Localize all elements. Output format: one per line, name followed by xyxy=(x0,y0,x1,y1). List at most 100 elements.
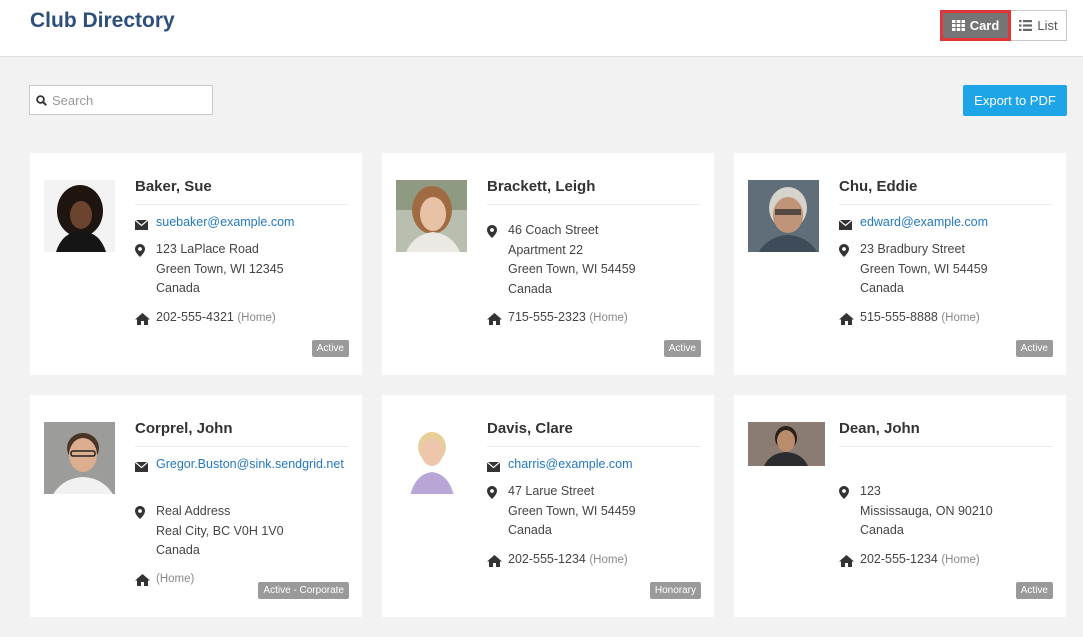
view-toggle: Card List xyxy=(940,10,1067,41)
address-line: Apartment 22 xyxy=(508,242,584,257)
member-address-row: 47 Larue Street Green Town, WI 54459 Can… xyxy=(487,482,636,541)
member-card: Chu, Eddie edward@example.com 23 Bradbur… xyxy=(734,153,1066,375)
member-address-row: 46 Coach Street Apartment 22 Green Town,… xyxy=(487,221,636,299)
search-input[interactable] xyxy=(52,92,202,108)
member-email-row: edward@example.com xyxy=(838,213,1056,237)
member-card: Corprel, John Gregor.Buston@sink.sendgri… xyxy=(30,395,362,617)
card-divider xyxy=(839,204,1053,205)
member-name: Chu, Eddie xyxy=(839,178,918,195)
address-line: Canada xyxy=(860,523,904,537)
member-address-row: 123 Mississauga, ON 90210 Canada xyxy=(839,482,993,541)
member-card: Dean, John 123 Mississauga, ON 90210 Can… xyxy=(734,395,1066,617)
member-email-link[interactable]: suebaker@example.com xyxy=(156,213,352,237)
member-phone-row: 515-555-8888 (Home) xyxy=(839,308,980,332)
member-address-row: Real Address Real City, BC V0H 1V0 Canad… xyxy=(135,502,284,561)
member-name: Baker, Sue xyxy=(135,178,212,195)
envelope-icon xyxy=(486,455,508,479)
address-line: Real City, BC V0H 1V0 xyxy=(156,523,284,538)
list-icon xyxy=(1019,20,1033,31)
envelope-icon xyxy=(134,455,156,479)
member-phone-row: 715-555-2323 (Home) xyxy=(487,308,628,332)
address-line: Green Town, WI 54459 xyxy=(860,261,988,276)
member-phone: 202-555-4321 xyxy=(156,310,234,324)
address-line: Canada xyxy=(860,281,904,295)
member-phone-type: (Home) xyxy=(589,312,628,324)
member-card: Davis, Clare charris@example.com 47 Laru… xyxy=(382,395,714,617)
member-photo xyxy=(396,180,467,252)
envelope-icon xyxy=(134,213,156,237)
member-phone-type: (Home) xyxy=(156,573,195,585)
card-divider xyxy=(487,204,701,205)
address-line: Green Town, WI 54459 xyxy=(508,503,636,518)
member-name: Brackett, Leigh xyxy=(487,178,596,195)
address-line: 123 xyxy=(860,484,881,498)
list-view-label: List xyxy=(1037,18,1058,33)
card-view-label: Card xyxy=(969,18,1000,33)
member-phone-type: (Home) xyxy=(589,554,628,566)
export-pdf-button[interactable]: Export to PDF xyxy=(963,85,1067,116)
member-name: Corprel, John xyxy=(135,420,233,437)
member-phone-type: (Home) xyxy=(941,554,980,566)
member-photo xyxy=(396,422,467,494)
address-line: Green Town, WI 12345 xyxy=(156,261,284,276)
address-line: Canada xyxy=(508,281,552,296)
status-badge: Active xyxy=(663,340,701,357)
home-icon xyxy=(487,550,508,574)
map-marker-icon xyxy=(487,221,508,299)
member-phone-type: (Home) xyxy=(237,312,276,324)
map-marker-icon xyxy=(839,482,860,541)
member-address-row: 23 Bradbury Street Green Town, WI 54459 … xyxy=(839,240,988,299)
member-email-link[interactable]: Gregor.Buston@sink.sendgrid.net xyxy=(156,455,352,479)
member-phone-row: 202-555-1234 (Home) xyxy=(487,550,628,574)
map-marker-icon xyxy=(487,482,508,541)
status-badge: Active xyxy=(1015,340,1053,357)
envelope-icon xyxy=(838,213,860,237)
status-badge: Active xyxy=(311,340,349,357)
address-line: Green Town, WI 54459 xyxy=(508,262,636,276)
home-icon xyxy=(135,569,156,593)
list-view-button[interactable]: List xyxy=(1011,10,1067,41)
card-divider xyxy=(487,446,701,447)
home-icon xyxy=(839,308,860,332)
address-line: 47 Larue Street xyxy=(508,484,595,498)
card-divider xyxy=(839,446,1053,447)
member-phone-row: (Home) xyxy=(135,569,194,593)
map-marker-icon xyxy=(135,240,156,299)
address-line: 23 Bradbury Street xyxy=(860,242,965,256)
home-icon xyxy=(135,308,156,332)
member-email-link[interactable]: charris@example.com xyxy=(508,455,704,479)
status-badge: Active xyxy=(1015,582,1053,599)
card-divider xyxy=(135,446,349,447)
member-phone: 202-555-1234 xyxy=(508,552,586,566)
member-photo xyxy=(748,180,819,252)
status-badge: Honorary xyxy=(649,582,701,599)
member-card: Baker, Sue suebaker@example.com 123 LaPl… xyxy=(30,153,362,375)
status-badge: Active - Corporate xyxy=(258,582,349,599)
card-divider xyxy=(135,204,349,205)
member-phone-row: 202-555-1234 (Home) xyxy=(839,550,980,574)
address-line: Canada xyxy=(156,281,200,295)
address-line: 123 LaPlace Road xyxy=(156,242,259,256)
member-phone: 715-555-2323 xyxy=(508,310,586,324)
member-photo xyxy=(44,180,115,252)
member-photo xyxy=(44,422,115,494)
map-marker-icon xyxy=(135,502,156,561)
search-box[interactable] xyxy=(29,85,213,115)
address-line: Mississauga, ON 90210 xyxy=(860,503,993,518)
member-phone: 515-555-8888 xyxy=(860,310,938,324)
member-email-link[interactable]: edward@example.com xyxy=(860,213,1056,237)
map-marker-icon xyxy=(839,240,860,299)
page-title: Club Directory xyxy=(30,9,175,32)
address-line: Canada xyxy=(508,523,552,537)
member-address-row: 123 LaPlace Road Green Town, WI 12345 Ca… xyxy=(135,240,284,299)
card-view-button[interactable]: Card xyxy=(940,10,1011,41)
member-phone-row: 202-555-4321 (Home) xyxy=(135,308,276,332)
grid-icon xyxy=(951,20,965,31)
member-email-row: suebaker@example.com xyxy=(134,213,352,237)
member-name: Davis, Clare xyxy=(487,420,573,437)
address-line: 46 Coach Street xyxy=(508,223,599,237)
search-icon xyxy=(36,94,47,106)
home-icon xyxy=(487,308,508,332)
member-name: Dean, John xyxy=(839,420,920,437)
member-phone-type: (Home) xyxy=(941,312,980,324)
